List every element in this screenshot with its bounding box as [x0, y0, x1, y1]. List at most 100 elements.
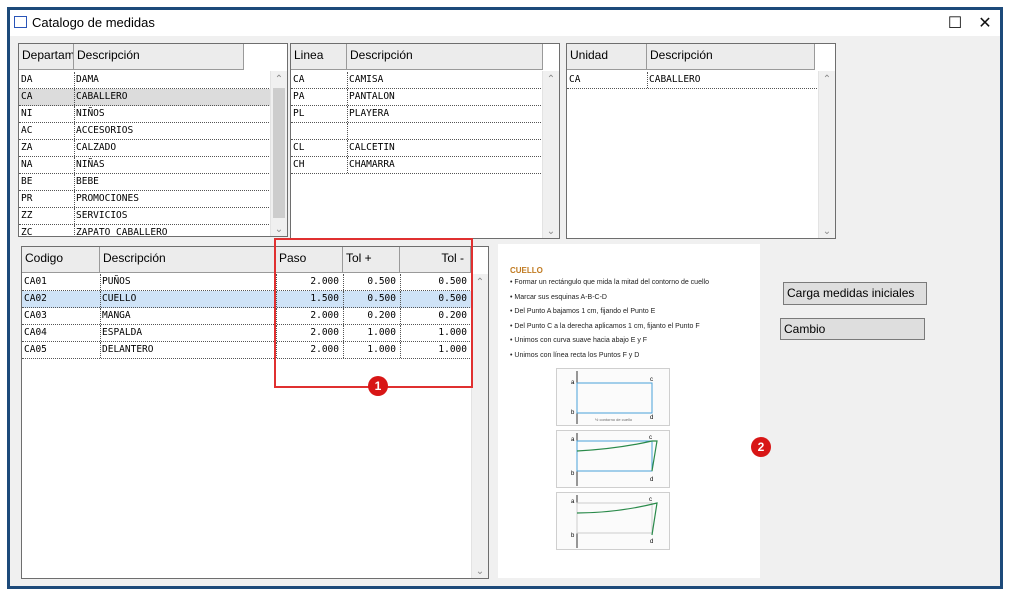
scroll-down-icon[interactable]: ⌄ — [271, 221, 287, 236]
table-row[interactable]: DA DAMA — [19, 72, 271, 89]
col-header-codigo[interactable]: Codigo — [22, 247, 100, 273]
col-header-descripcion[interactable]: Descripción — [74, 44, 244, 70]
table-row[interactable]: ZC ZAPATO CABALLERO — [19, 225, 271, 237]
collar-diagram-step-2: a b c d — [556, 430, 670, 488]
col-header-linea[interactable]: Linea — [291, 44, 347, 70]
instruction-step: Marcar sus esquinas A-B-C-D — [510, 294, 607, 301]
cell-separator — [100, 342, 101, 358]
departamentos-grid[interactable]: Departam Descripción DA DAMA CA CABALLERO NI… — [18, 43, 288, 237]
table-cell: PANTALON — [349, 91, 395, 102]
cell-separator — [74, 225, 75, 236]
figure-caption: ½ contorno de cuello — [595, 417, 633, 422]
col-header-descripcion[interactable]: Descripción — [647, 44, 815, 70]
svg-text:b: b — [571, 533, 575, 539]
table-cell: NIÑOS — [76, 108, 105, 119]
scroll-down-icon[interactable]: ⌄ — [543, 223, 559, 238]
svg-text:d: d — [650, 415, 653, 421]
svg-text:a: a — [571, 499, 575, 505]
table-row[interactable]: AC ACCESORIOS — [19, 123, 271, 140]
instruction-step: Del Punto A bajamos 1 cm, fijando el Pun… — [510, 308, 655, 315]
table-cell: PR — [21, 193, 33, 204]
scroll-thumb[interactable] — [273, 88, 285, 218]
scroll-up-icon[interactable]: ⌃ — [472, 274, 488, 290]
cell-separator — [100, 291, 101, 307]
scroll-up-icon[interactable]: ⌃ — [271, 71, 287, 87]
collar-final-drawing: a b c d — [571, 495, 658, 548]
collar-diagram-step-1: a b c d ½ contorno de cuello — [556, 368, 670, 426]
window-title: Catalogo de medidas — [32, 15, 155, 30]
table-cell: CABALLERO — [649, 74, 701, 85]
table-row[interactable]: PR PROMOCIONES — [19, 191, 271, 208]
cell-separator — [647, 72, 648, 88]
scroll-down-icon[interactable]: ⌄ — [819, 223, 835, 238]
table-cell: ACCESORIOS — [76, 125, 134, 136]
cell-separator — [74, 157, 75, 173]
svg-text:c: c — [650, 377, 653, 383]
table-row[interactable]: CA CAMISA — [291, 72, 543, 89]
svg-text:a: a — [571, 437, 575, 443]
table-row[interactable]: CA CABALLERO — [19, 89, 271, 106]
col-header-departamento[interactable]: Departam — [19, 44, 74, 70]
close-button[interactable]: ✕ — [968, 10, 1002, 36]
cell-separator — [347, 157, 348, 173]
table-cell: NIÑAS — [76, 159, 105, 170]
table-row[interactable]: BE BEBE — [19, 174, 271, 191]
table-cell: PLAYERA — [349, 108, 390, 119]
cell-separator — [100, 308, 101, 324]
carga-medidas-iniciales-button[interactable]: Carga medidas iniciales — [783, 282, 927, 305]
table-cell: DA — [21, 74, 33, 85]
table-row[interactable]: CL CALCETIN — [291, 140, 543, 157]
table-row[interactable]: ZA CALZADO — [19, 140, 271, 157]
table-cell: CA — [569, 74, 581, 85]
collar-diagram-step-3: a b c d — [556, 492, 670, 550]
table-cell: BEBE — [76, 176, 99, 187]
table-row[interactable]: NA NIÑAS — [19, 157, 271, 174]
vertical-scrollbar[interactable]: ⌃ ⌄ — [542, 71, 559, 238]
instruction-step: Unimos con línea recta los Puntos F y D — [510, 352, 639, 359]
svg-text:b: b — [571, 471, 575, 477]
instruction-step: Del Punto C a la derecha aplicamos 1 cm,… — [510, 323, 699, 330]
table-row[interactable]: CA CABALLERO — [567, 72, 819, 89]
col-header-unidad[interactable]: Unidad — [567, 44, 647, 70]
table-row[interactable]: PL PLAYERA — [291, 106, 543, 123]
svg-text:c: c — [649, 497, 652, 503]
scroll-up-icon[interactable]: ⌃ — [819, 71, 835, 87]
table-row[interactable] — [291, 123, 543, 140]
unidades-grid[interactable]: Unidad Descripción CA CABALLERO ⌃ ⌄ — [566, 43, 836, 239]
vertical-scrollbar[interactable]: ⌃ ⌄ — [818, 71, 835, 238]
table-row[interactable]: CH CHAMARRA — [291, 157, 543, 174]
table-cell: ZC — [21, 227, 33, 237]
collar-rectangle-drawing: a b c d ½ contorno de cuello — [571, 371, 653, 424]
cambio-button[interactable]: Cambio — [780, 318, 925, 340]
cell-separator — [74, 208, 75, 224]
table-row[interactable]: NI NIÑOS — [19, 106, 271, 123]
table-row[interactable]: PA PANTALON — [291, 89, 543, 106]
svg-text:d: d — [650, 477, 653, 483]
annotation-badge-2: 2 — [751, 437, 771, 457]
svg-text:c: c — [649, 435, 652, 441]
cell-separator — [74, 140, 75, 156]
table-cell: CL — [293, 142, 305, 153]
annotation-badge-1: 1 — [368, 376, 388, 396]
cell-separator — [74, 106, 75, 122]
vertical-scrollbar[interactable]: ⌃ ⌄ — [471, 274, 488, 578]
vertical-scrollbar[interactable]: ⌃ ⌄ — [270, 71, 287, 236]
scroll-up-icon[interactable]: ⌃ — [543, 71, 559, 87]
table-cell: CA02 — [24, 293, 47, 304]
table-cell: CALCETIN — [349, 142, 395, 153]
table-cell: CHAMARRA — [349, 159, 395, 170]
window-icon — [14, 16, 27, 28]
instruction-title: CUELLO — [510, 266, 543, 275]
scroll-down-icon[interactable]: ⌄ — [472, 563, 488, 578]
maximize-button[interactable]: ☐ — [938, 10, 972, 36]
instruction-step: Formar un rectángulo que mida la mitad d… — [510, 279, 709, 286]
col-header-descripcion[interactable]: Descripción — [100, 247, 276, 273]
lineas-grid[interactable]: Linea Descripción CA CAMISA PA PANTALON PL PL… — [290, 43, 560, 239]
col-header-descripcion[interactable]: Descripción — [347, 44, 543, 70]
cell-separator — [347, 123, 348, 139]
table-cell: ZZ — [21, 210, 33, 221]
cell-separator — [347, 72, 348, 88]
table-row[interactable]: ZZ SERVICIOS — [19, 208, 271, 225]
table-cell: ZA — [21, 142, 33, 153]
table-cell: AC — [21, 125, 33, 136]
